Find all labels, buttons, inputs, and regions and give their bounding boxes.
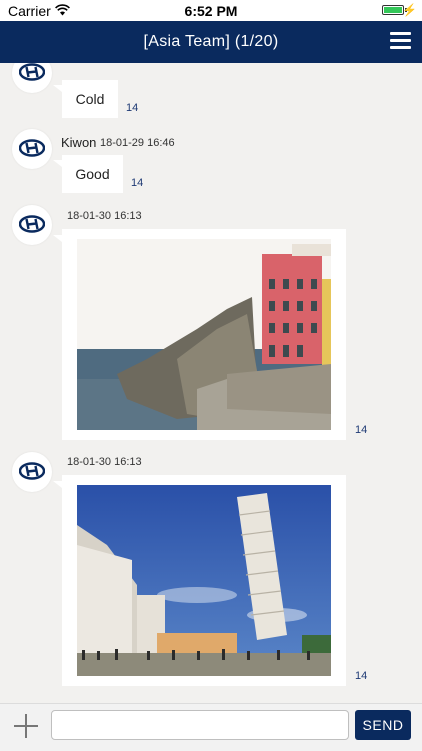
image-bubble[interactable]	[62, 229, 346, 440]
avatar[interactable]	[12, 63, 52, 93]
message-bubble[interactable]: Cold	[62, 80, 118, 118]
bubble-tail	[53, 481, 62, 488]
hyundai-logo-icon	[19, 215, 45, 233]
hyundai-logo-icon	[19, 139, 45, 157]
chat-title: [Asia Team] (1/20)	[143, 33, 279, 50]
message-bubble[interactable]: Good	[62, 155, 123, 193]
composer-bar: SEND	[0, 703, 422, 751]
hyundai-logo-icon	[19, 462, 45, 480]
unread-count: 14	[131, 177, 144, 189]
bubble-tail	[53, 85, 62, 92]
nav-bar: [Asia Team] (1/20)	[0, 21, 422, 63]
coastal-village-photo[interactable]	[77, 239, 331, 430]
menu-icon[interactable]	[390, 32, 411, 50]
sender-name: Kiwon	[61, 135, 97, 150]
message-timestamp: 18-01-30 16:13	[67, 456, 142, 468]
message-input[interactable]	[51, 710, 349, 740]
leaning-tower-photo[interactable]	[77, 485, 331, 676]
message-timestamp: 18-01-30 16:13	[67, 210, 142, 222]
unread-count: 14	[126, 102, 139, 114]
clock: 6:52 PM	[184, 3, 238, 19]
bubble-tail	[53, 160, 62, 167]
charging-icon: ⚡	[402, 3, 417, 17]
send-button[interactable]: SEND	[355, 710, 411, 740]
hyundai-logo-icon	[19, 63, 45, 81]
avatar[interactable]	[12, 129, 52, 169]
unread-count: 14	[355, 670, 368, 682]
unread-count: 14	[355, 424, 368, 436]
avatar[interactable]	[12, 452, 52, 492]
message-text: Cold	[75, 91, 105, 107]
battery-icon	[382, 5, 404, 15]
status-bar: Carrier 6:52 PM ⚡	[0, 0, 422, 21]
message-timestamp: 18-01-29 16:46	[100, 137, 175, 149]
add-attachment-icon[interactable]	[14, 714, 38, 738]
message-text: Good	[75, 166, 110, 182]
bubble-tail	[53, 235, 62, 242]
avatar[interactable]	[12, 205, 52, 245]
image-bubble[interactable]	[62, 475, 346, 686]
message-list[interactable]: Cold 14 Kiwon 18-01-29 16:46 Good 14 18-…	[0, 63, 422, 703]
